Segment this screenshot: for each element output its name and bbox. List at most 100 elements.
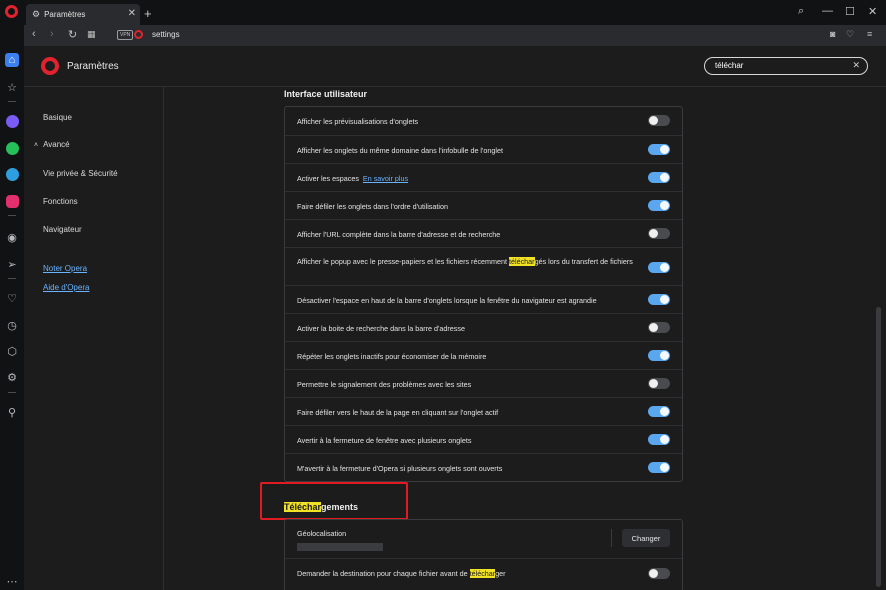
setting-label: Avertir à la fermeture de fenêtre avec p… <box>297 436 472 445</box>
setting-label-post: ger <box>495 569 506 578</box>
setting-row: Afficher les onglets du même domaine dan… <box>285 135 682 163</box>
setting-toggle[interactable] <box>648 434 670 445</box>
search-tabs-icon[interactable]: ⌕ <box>798 5 804 18</box>
tab-settings[interactable]: ⚙ Paramètres ✕ <box>26 4 140 25</box>
sidenav-item-browser[interactable]: Navigateur <box>43 225 82 234</box>
setting-label-pre: Afficher le popup avec le presse-papiers… <box>297 257 509 266</box>
bookmarks-icon[interactable]: ☆ <box>5 80 19 94</box>
setting-row: Répéter les onglets inactifs pour économ… <box>285 341 682 369</box>
setting-row: Désactiver l'espace en haut de la barre … <box>285 285 682 313</box>
scrollbar[interactable] <box>876 307 881 587</box>
player-icon[interactable]: ◉ <box>5 230 19 244</box>
tab-bar: ⚙ Paramètres ✕ + ⌕ — ☐ ✕ <box>24 0 886 25</box>
vpn-badge[interactable]: VPN <box>117 30 134 40</box>
heart-icon[interactable]: ♡ <box>846 29 854 40</box>
setting-row: Activer la boite de recherche dans la ba… <box>285 313 682 341</box>
forward-icon[interactable]: › <box>50 28 54 40</box>
setting-label: Afficher le popup avec le presse-papiers… <box>297 256 637 267</box>
downloads-settings-panel: Géolocalisation Changer Demander la dest… <box>284 519 683 590</box>
setting-toggle[interactable] <box>648 172 670 183</box>
setting-label: Afficher les onglets du même domaine dan… <box>297 146 503 155</box>
learn-more-link[interactable]: En savoir plus <box>363 174 408 183</box>
opera-menu-icon[interactable] <box>5 5 18 18</box>
address-input[interactable]: settings <box>152 30 180 39</box>
annotation-highlight-box <box>260 482 408 520</box>
instagram-icon[interactable] <box>5 194 19 208</box>
sidenav-item-privacy[interactable]: Vie privée & Sécurité <box>43 169 118 178</box>
ui-settings-panel: Afficher les prévisualisations d'onglets… <box>284 106 683 482</box>
close-icon[interactable]: ✕ <box>128 8 136 19</box>
heart-icon[interactable]: ♡ <box>5 291 19 305</box>
setting-toggle[interactable] <box>648 462 670 473</box>
speed-dial-icon[interactable]: ▦ <box>87 29 96 40</box>
setting-toggle[interactable] <box>648 262 670 273</box>
minimize-icon[interactable]: — <box>822 5 833 17</box>
tab-title: Paramètres <box>44 10 86 19</box>
extensions-icon[interactable]: ⬡ <box>5 344 19 358</box>
address-bar: ‹ › ↻ ▦ VPN settings ◙ ♡ ≡ <box>24 25 886 46</box>
gear-icon: ⚙ <box>32 9 41 19</box>
telegram-icon[interactable] <box>5 167 19 181</box>
setting-toggle[interactable] <box>648 568 670 579</box>
setting-toggle[interactable] <box>648 294 670 305</box>
setting-row: Avertir à la fermeture de fenêtre avec p… <box>285 425 682 453</box>
opera-sidebar: ⌂ ☆ ◉ ➢ ♡ ◷ ⬡ ⚙ ⚲ ⋯ <box>0 0 24 590</box>
setting-row: Activer les espaces En savoir plus <box>285 163 682 191</box>
setting-toggle[interactable] <box>648 144 670 155</box>
lightbulb-icon[interactable]: ⚲ <box>5 405 19 419</box>
sidenav-item-basic[interactable]: Basique <box>43 113 72 122</box>
back-icon[interactable]: ‹ <box>32 28 36 40</box>
sidebar-divider <box>8 278 16 279</box>
setting-label: Activer la boite de recherche dans la ba… <box>297 324 465 333</box>
setting-row: Afficher l'URL complète dans la barre d'… <box>285 219 682 247</box>
setting-label: M'avertir à la fermeture d'Opera si plus… <box>297 464 503 473</box>
camera-icon[interactable]: ◙ <box>830 29 835 39</box>
setting-row: Géolocalisation Changer <box>285 520 682 558</box>
setting-toggle[interactable] <box>648 378 670 389</box>
setting-toggle[interactable] <box>648 115 670 126</box>
easy-setup-icon[interactable]: ≡ <box>867 29 872 39</box>
sidenav-item-features[interactable]: Fonctions <box>43 197 78 206</box>
page-title: Paramètres <box>67 61 119 72</box>
setting-row: Afficher les prévisualisations d'onglets <box>285 107 682 135</box>
opera-help-link[interactable]: Aide d'Opera <box>43 283 89 292</box>
messenger-icon[interactable] <box>5 114 19 128</box>
maximize-icon[interactable]: ☐ <box>845 5 855 18</box>
setting-toggle[interactable] <box>648 200 670 211</box>
section-title-downloads: Téléchargements <box>284 502 358 512</box>
settings-icon[interactable]: ⚙ <box>5 370 19 384</box>
more-icon[interactable]: ⋯ <box>5 574 19 588</box>
rate-opera-link[interactable]: Noter Opera <box>43 264 87 273</box>
setting-label-text: Activer les espaces <box>297 174 359 183</box>
search-input[interactable]: téléchar ✕ <box>704 57 868 75</box>
whatsapp-icon[interactable] <box>5 141 19 155</box>
setting-row: Faire défiler vers le haut de la page en… <box>285 397 682 425</box>
settings-content: Interface utilisateur Afficher les prévi… <box>165 87 873 590</box>
search-highlight: Téléchar <box>284 502 322 512</box>
settings-sidenav: Basique ˄ Avancé Vie privée & Sécurité Fo… <box>24 87 164 590</box>
setting-toggle[interactable] <box>648 350 670 361</box>
setting-toggle[interactable] <box>648 322 670 333</box>
window-close-icon[interactable]: ✕ <box>868 5 877 18</box>
search-highlight: téléchar <box>509 257 535 266</box>
setting-label: Faire défiler vers le haut de la page en… <box>297 408 499 417</box>
setting-toggle[interactable] <box>648 406 670 417</box>
sidebar-divider <box>8 215 16 216</box>
sidebar-divider <box>8 392 16 393</box>
history-icon[interactable]: ◷ <box>5 318 19 332</box>
clear-search-icon[interactable]: ✕ <box>852 60 860 71</box>
send-icon[interactable]: ➢ <box>5 257 19 271</box>
setting-label: Faire défiler les onglets dans l'ordre d… <box>297 202 448 211</box>
change-location-button[interactable]: Changer <box>622 529 670 547</box>
setting-toggle[interactable] <box>648 228 670 239</box>
sidebar-divider <box>8 101 16 102</box>
setting-row: Afficher le popup avec le presse-papiers… <box>285 247 682 285</box>
setting-label: Afficher les prévisualisations d'onglets <box>297 117 419 126</box>
home-icon[interactable]: ⌂ <box>5 53 19 67</box>
opera-logo-icon <box>41 57 59 75</box>
sidenav-item-advanced[interactable]: ˄ Avancé <box>34 140 70 149</box>
reload-icon[interactable]: ↻ <box>68 28 77 41</box>
new-tab-icon[interactable]: + <box>144 6 152 21</box>
row-divider <box>611 529 612 547</box>
setting-label: Demander la destination pour chaque fich… <box>297 568 637 579</box>
